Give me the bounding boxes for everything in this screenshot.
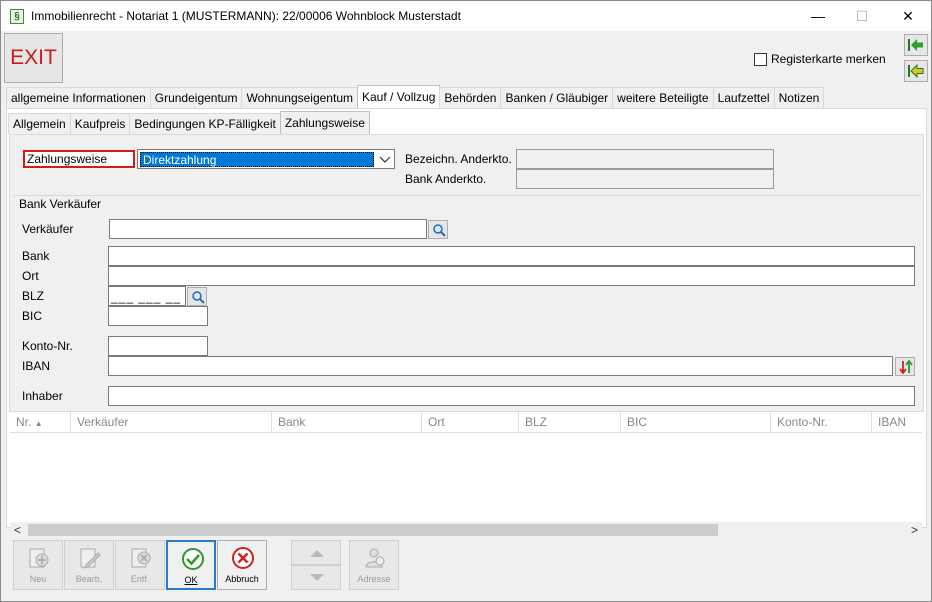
- seller-search-button[interactable]: [428, 220, 448, 239]
- back-first-button[interactable]: [904, 34, 928, 56]
- tab-allgemeine-informationen[interactable]: allgemeine Informationen: [6, 87, 151, 108]
- sort-asc-icon: ▲: [34, 419, 43, 428]
- bic-label: BIC: [22, 309, 43, 323]
- col-nr[interactable]: Nr. ▲: [10, 412, 71, 433]
- seller-label: Verkäufer: [22, 222, 74, 236]
- scroll-thumb[interactable]: [28, 524, 718, 536]
- triangle-up-icon: [310, 550, 324, 557]
- add-icon: [29, 548, 49, 568]
- city-label: Ort: [22, 269, 39, 283]
- sub-tab-strip: Allgemein Kaufpreis Bedingungen KP-Fälli…: [8, 111, 370, 135]
- subtab-bedingungen[interactable]: Bedingungen KP-Fälligkeit: [129, 113, 281, 134]
- delete-icon: [131, 548, 151, 568]
- person-address-icon: [365, 548, 385, 568]
- subtab-allgemein[interactable]: Allgemein: [8, 113, 71, 134]
- col-iban[interactable]: IBAN: [872, 412, 922, 433]
- holder-label: Inhaber: [22, 389, 63, 403]
- address-button[interactable]: Adresse: [349, 540, 399, 590]
- cancel-button-label: Abbruch: [225, 574, 259, 584]
- main-tab-strip: allgemeine Informationen Grundeigentum W…: [6, 85, 825, 109]
- back-button[interactable]: [904, 60, 928, 82]
- seller-bank-group-label: Bank Verkäufer: [19, 197, 102, 211]
- subtab-zahlungsweise[interactable]: Zahlungsweise: [279, 111, 370, 134]
- arrow-left-bar-icon: [908, 39, 923, 51]
- tab-laufzettel[interactable]: Laufzettel: [712, 87, 775, 108]
- tab-kauf-vollzug[interactable]: Kauf / Vollzug: [357, 85, 441, 108]
- magnifier-icon: [433, 224, 446, 237]
- scroll-right-icon[interactable]: >: [911, 523, 918, 537]
- escrow-bank-label: Bank Anderkto.: [405, 172, 487, 186]
- tab-wohnungseigentum[interactable]: Wohnungseigentum: [241, 87, 358, 108]
- table-header: Nr. ▲ Verkäufer Bank Ort BLZ BIC Konto-N…: [10, 412, 922, 433]
- magnifier-icon: [192, 291, 205, 304]
- col-ort[interactable]: Ort: [422, 412, 519, 433]
- horizontal-scrollbar[interactable]: < >: [10, 522, 922, 538]
- ok-button-label: OK: [184, 575, 198, 585]
- title-bar: § Immobilienrecht - Notariat 1 (MUSTERMA…: [1, 1, 931, 31]
- minimize-button[interactable]: —: [795, 1, 841, 31]
- iban-label: IBAN: [22, 359, 51, 373]
- exit-button[interactable]: EXIT: [4, 33, 63, 83]
- tab-notizen[interactable]: Notizen: [773, 87, 825, 108]
- cancel-button[interactable]: Abbruch: [217, 540, 267, 590]
- new-button[interactable]: Neu: [13, 540, 63, 590]
- ok-button[interactable]: OK: [166, 540, 216, 590]
- bank-label: Bank: [22, 249, 50, 263]
- maximize-button[interactable]: ☐: [839, 1, 885, 31]
- payment-method-label: Zahlungsweise: [23, 150, 135, 168]
- swap-arrows-icon: [899, 360, 913, 374]
- remember-tab-checkbox[interactable]: [754, 52, 767, 66]
- subtab-kaufpreis[interactable]: Kaufpreis: [69, 113, 131, 134]
- seller-input[interactable]: [109, 219, 427, 239]
- col-bank[interactable]: Bank: [272, 412, 422, 433]
- edit-button-label: Bearb.: [75, 574, 103, 584]
- check-circle-icon: [182, 548, 204, 570]
- payment-method-select[interactable]: Direktzahlung: [137, 149, 395, 169]
- toolbar: EXIT Registerkarte merken: [1, 31, 931, 85]
- account-label: Konto-Nr.: [22, 339, 73, 353]
- arrow-left-dashed-icon: [908, 64, 924, 78]
- escrow-bank-field: [516, 169, 774, 189]
- application-window: § Immobilienrecht - Notariat 1 (MUSTERMA…: [0, 0, 932, 602]
- triangle-down-icon: [310, 574, 324, 581]
- address-button-label: Adresse: [357, 574, 391, 584]
- edit-button[interactable]: Bearb.: [64, 540, 114, 590]
- iban-input[interactable]: [108, 356, 893, 376]
- scroll-left-icon[interactable]: <: [14, 523, 21, 537]
- col-verkaeufer[interactable]: Verkäufer: [71, 412, 272, 433]
- window-title: Immobilienrecht - Notariat 1 (MUSTERMANN…: [31, 9, 461, 23]
- blz-mask: ___ ___ __: [111, 290, 182, 304]
- move-up-button[interactable]: [291, 540, 341, 565]
- remember-tab-toggle[interactable]: Registerkarte merken: [754, 52, 886, 66]
- delete-button-label: Entf.: [130, 574, 150, 584]
- iban-convert-button[interactable]: [895, 357, 915, 376]
- col-bic[interactable]: BIC: [621, 412, 771, 433]
- bic-input[interactable]: [108, 306, 208, 326]
- app-icon: §: [10, 9, 24, 24]
- close-button[interactable]: ✕: [885, 1, 931, 31]
- pencil-icon: [80, 548, 101, 569]
- cancel-circle-icon: [232, 547, 254, 569]
- escrow-name-label: Bezeichn. Anderkto.: [405, 152, 512, 166]
- chevron-down-icon: [379, 156, 391, 163]
- delete-button[interactable]: Entf.: [115, 540, 165, 590]
- tab-grundeigentum[interactable]: Grundeigentum: [149, 87, 243, 108]
- city-input[interactable]: [108, 266, 915, 286]
- move-down-button[interactable]: [291, 565, 341, 590]
- remember-tab-label: Registerkarte merken: [771, 52, 886, 66]
- col-blz[interactable]: BLZ: [519, 412, 621, 433]
- tab-behoerden[interactable]: Behörden: [439, 87, 502, 108]
- blz-label: BLZ: [22, 289, 45, 303]
- bank-input[interactable]: [108, 246, 915, 266]
- col-konto[interactable]: Konto-Nr.: [771, 412, 872, 433]
- new-button-label: Neu: [29, 574, 47, 584]
- tab-weitere-beteiligte[interactable]: weitere Beteiligte: [612, 87, 714, 108]
- holder-input[interactable]: [108, 386, 915, 406]
- account-input[interactable]: [108, 336, 208, 356]
- tab-banken-glaeubiger[interactable]: Banken / Gläubiger: [500, 87, 614, 108]
- blz-search-button[interactable]: [187, 287, 207, 306]
- escrow-name-field: [516, 149, 774, 169]
- payment-method-value: Direktzahlung: [140, 152, 374, 167]
